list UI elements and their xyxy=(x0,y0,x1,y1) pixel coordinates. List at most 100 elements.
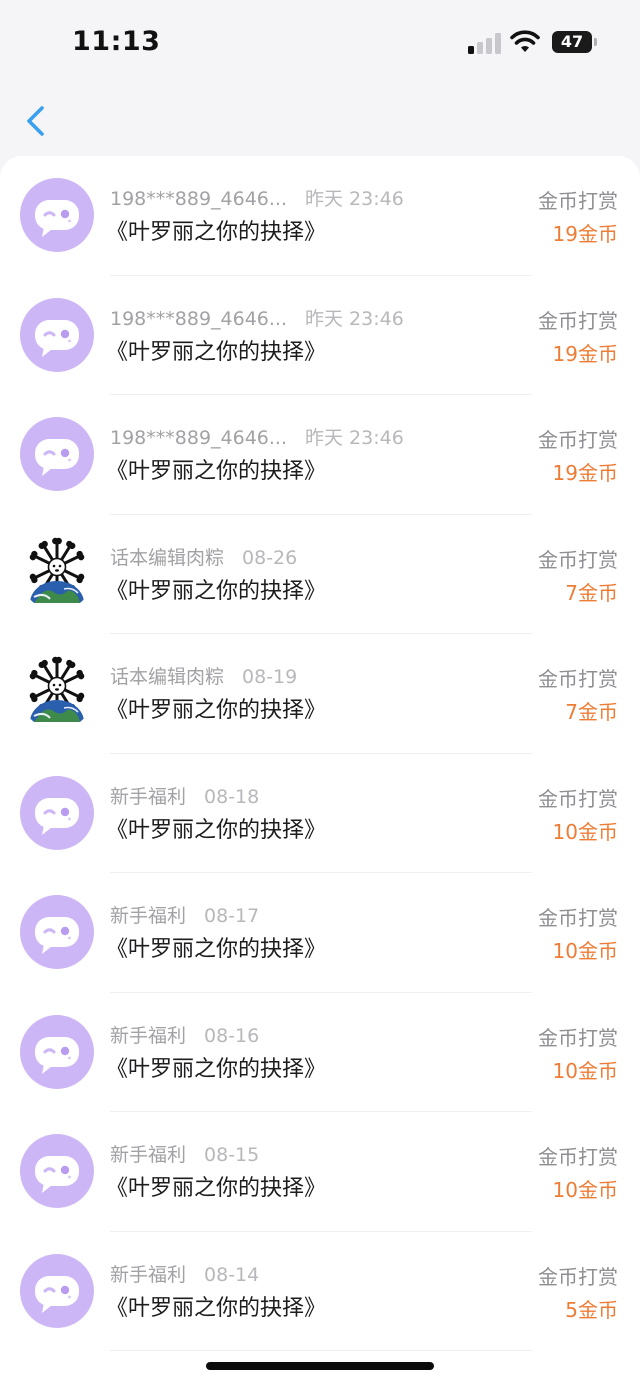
book-title: 《叶罗丽之你的抉择》 xyxy=(106,1295,327,1321)
reward-type: 金币打赏 xyxy=(538,1025,618,1050)
reward-type: 金币打赏 xyxy=(538,547,618,572)
reward-record-row[interactable]: 话本编辑肉粽 08-26 《叶罗丽之你的抉择》 金币打赏 7金币 xyxy=(0,515,640,634)
user-avatar[interactable] xyxy=(20,775,94,850)
reward-amount: 10金币 xyxy=(552,1178,618,1202)
record-meta: 198***889_4646... 昨天 23:46 xyxy=(110,304,404,331)
record-time: 08-14 xyxy=(204,1263,260,1286)
bone-globe-avatar xyxy=(29,537,85,603)
chat-bubble-face-icon xyxy=(35,1036,79,1074)
record-meta: 话本编辑肉粽 08-26 xyxy=(110,543,297,570)
user-name: 198***889_4646... xyxy=(110,427,288,449)
user-avatar[interactable] xyxy=(20,895,94,969)
user-avatar[interactable] xyxy=(20,1014,94,1089)
reward-amount: 10金币 xyxy=(552,1058,618,1083)
user-name: 话本编辑肉粽 xyxy=(110,666,225,688)
user-name: 新手福利 xyxy=(110,1263,187,1286)
record-meta: 新手福利 08-17 xyxy=(110,901,259,928)
user-name: 新手福利 xyxy=(110,785,187,808)
record-time: 08-17 xyxy=(204,905,260,927)
battery-level: 47 xyxy=(552,31,592,53)
wifi-icon xyxy=(510,30,540,52)
reward-record-list: 198***889_4646... 昨天 23:46 《叶罗丽之你的抉择》 金币打赏 1… xyxy=(0,156,640,1385)
chat-bubble-face-icon xyxy=(35,200,79,237)
reward-amount: 7金币 xyxy=(565,700,618,724)
back-button[interactable] xyxy=(18,100,54,142)
reward-record-row[interactable]: 新手福利 08-17 《叶罗丽之你的抉择》 金币打赏 10金币 xyxy=(0,873,640,993)
chat-bubble-face-icon xyxy=(35,917,79,954)
user-name: 新手福利 xyxy=(110,1144,187,1166)
reward-type: 金币打赏 xyxy=(538,906,618,930)
reward-record-row[interactable]: 新手福利 08-15 《叶罗丽之你的抉择》 金币打赏 10金币 xyxy=(0,1112,640,1232)
record-meta: 新手福利 08-16 xyxy=(110,1021,259,1048)
bone-globe-avatar xyxy=(29,656,85,722)
book-title: 《叶罗丽之你的抉择》 xyxy=(106,698,327,723)
reward-type: 金币打赏 xyxy=(538,1264,618,1289)
book-title: 《叶罗丽之你的抉择》 xyxy=(106,1056,327,1082)
reward-amount: 5金币 xyxy=(565,1297,618,1322)
reward-type: 金币打赏 xyxy=(538,189,618,213)
chat-bubble-face-icon xyxy=(35,1275,79,1313)
book-title: 《叶罗丽之你的抉择》 xyxy=(106,817,327,843)
record-time: 08-18 xyxy=(204,785,260,808)
record-time: 08-15 xyxy=(204,1144,260,1166)
user-avatar[interactable] xyxy=(20,417,94,491)
user-avatar[interactable] xyxy=(20,178,94,252)
status-time: 11:13 xyxy=(72,26,161,57)
row-divider xyxy=(110,1350,532,1351)
book-title: 《叶罗丽之你的抉择》 xyxy=(106,220,327,245)
record-meta: 新手福利 08-14 xyxy=(110,1260,259,1287)
reward-type: 金币打赏 xyxy=(538,428,618,452)
record-meta: 新手福利 08-15 xyxy=(110,1140,259,1167)
user-avatar[interactable] xyxy=(20,1134,94,1208)
user-avatar[interactable] xyxy=(20,1253,94,1328)
reward-amount: 7金币 xyxy=(565,580,618,605)
record-time: 08-16 xyxy=(204,1024,260,1047)
book-title: 《叶罗丽之你的抉择》 xyxy=(106,339,327,365)
reward-record-row[interactable]: 话本编辑肉粽 08-19 《叶罗丽之你的抉择》 金币打赏 7金币 xyxy=(0,634,640,754)
chat-bubble-face-icon xyxy=(35,1156,79,1193)
reward-type: 金币打赏 xyxy=(538,786,618,811)
reward-amount: 19金币 xyxy=(552,222,618,246)
reward-record-row[interactable]: 198***889_4646... 昨天 23:46 《叶罗丽之你的抉择》 金币打赏 1… xyxy=(0,156,640,276)
record-meta: 新手福利 08-18 xyxy=(110,782,259,809)
book-title: 《叶罗丽之你的抉择》 xyxy=(106,937,327,962)
battery-cap-icon xyxy=(594,38,597,46)
reward-type: 金币打赏 xyxy=(538,308,618,333)
record-meta: 198***889_4646... 昨天 23:46 xyxy=(110,184,404,211)
reward-amount: 19金币 xyxy=(552,341,618,366)
user-name: 198***889_4646... xyxy=(110,188,288,210)
reward-record-row[interactable]: 新手福利 08-14 《叶罗丽之你的抉择》 金币打赏 5金币 xyxy=(0,1232,640,1351)
reward-type: 金币打赏 xyxy=(538,667,618,691)
chat-bubble-face-icon xyxy=(35,797,79,835)
chat-bubble-face-icon xyxy=(35,439,79,476)
reward-amount: 10金币 xyxy=(552,939,618,963)
user-name: 新手福利 xyxy=(110,1024,187,1047)
user-avatar[interactable] xyxy=(20,297,94,372)
user-name: 198***889_4646... xyxy=(110,307,288,330)
reward-record-row[interactable]: 新手福利 08-16 《叶罗丽之你的抉择》 金币打赏 10金币 xyxy=(0,993,640,1112)
record-meta: 198***889_4646... 昨天 23:46 xyxy=(110,423,404,450)
cellular-signal-icon xyxy=(468,32,502,54)
record-time: 08-19 xyxy=(242,666,298,688)
user-avatar[interactable] xyxy=(20,536,94,611)
nav-bar xyxy=(0,86,640,156)
reward-amount: 10金币 xyxy=(552,819,618,844)
user-avatar[interactable] xyxy=(20,656,94,730)
home-indicator xyxy=(206,1362,434,1370)
record-time: 昨天 23:46 xyxy=(305,427,404,449)
user-name: 新手福利 xyxy=(110,905,187,927)
record-meta: 话本编辑肉粽 08-19 xyxy=(110,662,297,689)
user-name: 话本编辑肉粽 xyxy=(110,546,225,569)
reward-record-row[interactable]: 新手福利 08-18 《叶罗丽之你的抉择》 金币打赏 10金币 xyxy=(0,754,640,873)
chevron-left-icon xyxy=(27,106,44,136)
book-title: 《叶罗丽之你的抉择》 xyxy=(106,1176,327,1201)
record-time: 昨天 23:46 xyxy=(305,307,404,330)
record-time: 昨天 23:46 xyxy=(305,188,404,210)
reward-record-row[interactable]: 198***889_4646... 昨天 23:46 《叶罗丽之你的抉择》 金币打赏 1… xyxy=(0,276,640,395)
book-title: 《叶罗丽之你的抉择》 xyxy=(106,578,327,604)
status-bar: 11:13 47 xyxy=(0,0,640,86)
reward-type: 金币打赏 xyxy=(538,1145,618,1169)
reward-record-row[interactable]: 198***889_4646... 昨天 23:46 《叶罗丽之你的抉择》 金币打赏 1… xyxy=(0,395,640,515)
record-time: 08-26 xyxy=(242,546,298,569)
chat-bubble-face-icon xyxy=(35,319,79,357)
